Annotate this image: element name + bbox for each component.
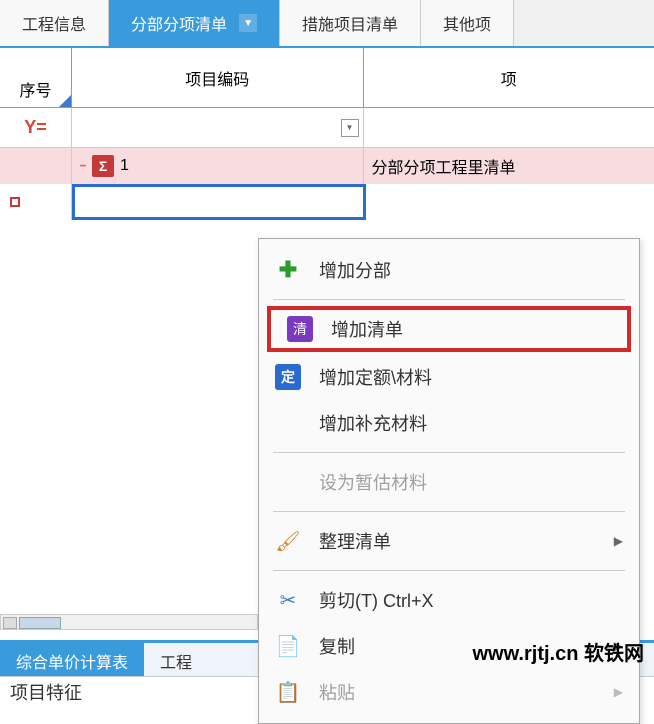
menu-separator (273, 570, 625, 571)
quota-icon: 定 (275, 364, 301, 390)
copy-icon: 📄 (275, 633, 301, 659)
horizontal-scrollbar[interactable] (0, 614, 258, 630)
row-name-cell[interactable]: 分部分项工程里清单 (364, 148, 654, 184)
row-seq-cell (0, 184, 72, 220)
menu-separator (273, 452, 625, 453)
submenu-arrow-icon: ▶ (614, 685, 623, 699)
main-tabs: 工程信息 分部分项清单 ▼ 措施项目清单 其他项 (0, 0, 654, 48)
selected-code-input[interactable] (72, 184, 366, 220)
row-code-cell[interactable]: ┅ Σ 1 (72, 148, 364, 184)
row-name-cell[interactable] (366, 184, 654, 220)
menu-set-provisional[interactable]: 设为暂估材料 (259, 459, 639, 505)
tab-other-items[interactable]: 其他项 (421, 0, 514, 46)
scissors-icon: ✂ (275, 587, 301, 613)
menu-separator (273, 299, 625, 300)
menu-add-list[interactable]: 清 增加清单 (267, 306, 631, 352)
paste-icon: 📋 (275, 679, 301, 705)
bottom-tab-engineering[interactable]: 工程 (144, 643, 208, 676)
tab-section-list[interactable]: 分部分项清单 ▼ (109, 0, 280, 46)
menu-cut[interactable]: ✂ 剪切(T) Ctrl+X (259, 577, 639, 623)
table-header: 序号 项目编码 项 (0, 48, 654, 108)
row-number: 1 (120, 157, 129, 175)
tab-measure-list[interactable]: 措施项目清单 (280, 0, 421, 46)
filter-row: Y= ▼ (0, 108, 654, 148)
menu-add-section[interactable]: ✚ 增加分部 (259, 247, 639, 293)
brush-icon: 🖌 (275, 528, 301, 554)
list-icon: 清 (287, 316, 313, 342)
submenu-arrow-icon: ▶ (614, 534, 623, 548)
dropdown-arrow-icon[interactable]: ▼ (239, 14, 257, 32)
bottom-tab-price-sheet[interactable]: 综合单价计算表 (0, 643, 144, 676)
table-row-selected (0, 184, 654, 220)
column-seq[interactable]: 序号 (0, 48, 72, 107)
plus-icon: ✚ (275, 257, 301, 283)
row-seq-cell (0, 148, 72, 184)
column-name[interactable]: 项 (364, 48, 654, 107)
sigma-icon: Σ (92, 155, 114, 177)
menu-add-quota[interactable]: 定 增加定额\材料 (259, 354, 639, 400)
table-row: ┅ Σ 1 分部分项工程里清单 (0, 148, 654, 184)
row-marker-icon (10, 197, 20, 207)
watermark: www.rjtj.cn 软铁网 (473, 637, 645, 666)
menu-paste[interactable]: 📋 粘贴 ▶ (259, 669, 639, 715)
filter-code-cell[interactable]: ▼ (72, 108, 364, 147)
tab-engineering-info[interactable]: 工程信息 (0, 0, 109, 46)
column-code[interactable]: 项目编码 (72, 48, 364, 107)
filter-name-cell[interactable] (364, 108, 654, 147)
menu-separator (273, 511, 625, 512)
menu-add-supplement[interactable]: 增加补充材料 (259, 400, 639, 446)
filter-icon[interactable]: Y= (24, 117, 47, 138)
menu-organize-list[interactable]: 🖌 整理清单 ▶ (259, 518, 639, 564)
filter-dropdown-icon[interactable]: ▼ (341, 119, 359, 137)
tree-dots-icon: ┅ (80, 161, 86, 172)
column-corner-icon (59, 95, 71, 107)
filter-seq-cell: Y= (0, 108, 72, 147)
